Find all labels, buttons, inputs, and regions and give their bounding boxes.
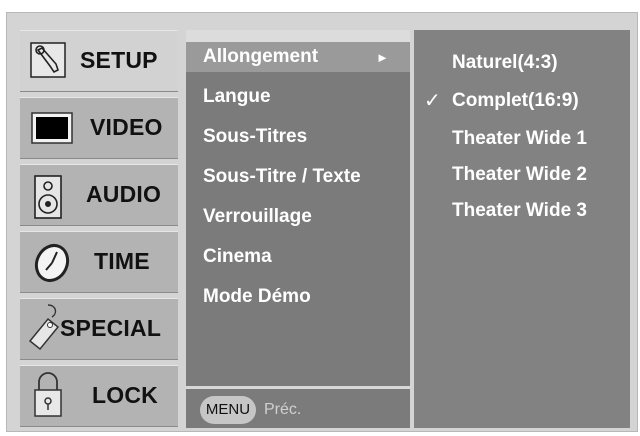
- screen-icon: [30, 107, 74, 152]
- submenu-panel: Allongement ► Langue Sous-Titres Sous-Ti…: [186, 30, 410, 428]
- checkmark-icon: ✓: [424, 88, 441, 112]
- category-lock[interactable]: LOCK: [20, 365, 178, 427]
- submenu-item-verrouillage[interactable]: Verrouillage: [203, 206, 312, 228]
- category-label: SETUP: [80, 47, 158, 73]
- category-label: SPECIAL: [60, 315, 162, 341]
- menu-button[interactable]: MENU: [200, 396, 256, 424]
- submenu-item-cinema[interactable]: Cinema: [203, 246, 272, 268]
- category-list: SETUP VIDEO AUDIO TIME SPECIAL LOCK: [20, 30, 178, 427]
- wrench-icon: [30, 40, 66, 85]
- submenu-arrow-icon: ►: [376, 50, 389, 65]
- submenu-item-sous-titres[interactable]: Sous-Titres: [203, 126, 307, 148]
- submenu-item-langue[interactable]: Langue: [203, 86, 271, 108]
- category-label: TIME: [94, 248, 150, 274]
- option-theater-wide-2[interactable]: Theater Wide 2: [452, 164, 587, 186]
- tv-menu-screen: SETUP VIDEO AUDIO TIME SPECIAL LOCK Allo…: [0, 0, 640, 436]
- speaker-icon: [30, 174, 66, 225]
- submenu-item-mode-demo[interactable]: Mode Démo: [203, 286, 311, 308]
- category-label: VIDEO: [90, 114, 163, 140]
- category-special[interactable]: SPECIAL: [20, 298, 178, 360]
- options-panel: Naturel(4:3) ✓ Complet(16:9) Theater Wid…: [414, 30, 630, 428]
- back-label: Préc.: [264, 401, 302, 418]
- option-complet[interactable]: Complet(16:9): [452, 90, 579, 112]
- category-label: LOCK: [92, 382, 158, 408]
- option-theater-wide-1[interactable]: Theater Wide 1: [452, 128, 587, 150]
- submenu-top-bar: [186, 30, 410, 42]
- submenu-item-sous-titre-texte[interactable]: Sous-Titre / Texte: [203, 166, 361, 188]
- clock-icon: [30, 241, 74, 290]
- submenu-item-allongement[interactable]: Allongement: [203, 46, 318, 68]
- submenu-divider: [186, 386, 410, 389]
- option-theater-wide-3[interactable]: Theater Wide 3: [452, 200, 587, 222]
- category-label: AUDIO: [86, 181, 162, 207]
- category-video[interactable]: VIDEO: [20, 97, 178, 159]
- category-setup[interactable]: SETUP: [20, 30, 178, 92]
- category-audio[interactable]: AUDIO: [20, 164, 178, 226]
- option-naturel[interactable]: Naturel(4:3): [452, 52, 558, 74]
- category-time[interactable]: TIME: [20, 231, 178, 293]
- padlock-icon: [30, 370, 66, 425]
